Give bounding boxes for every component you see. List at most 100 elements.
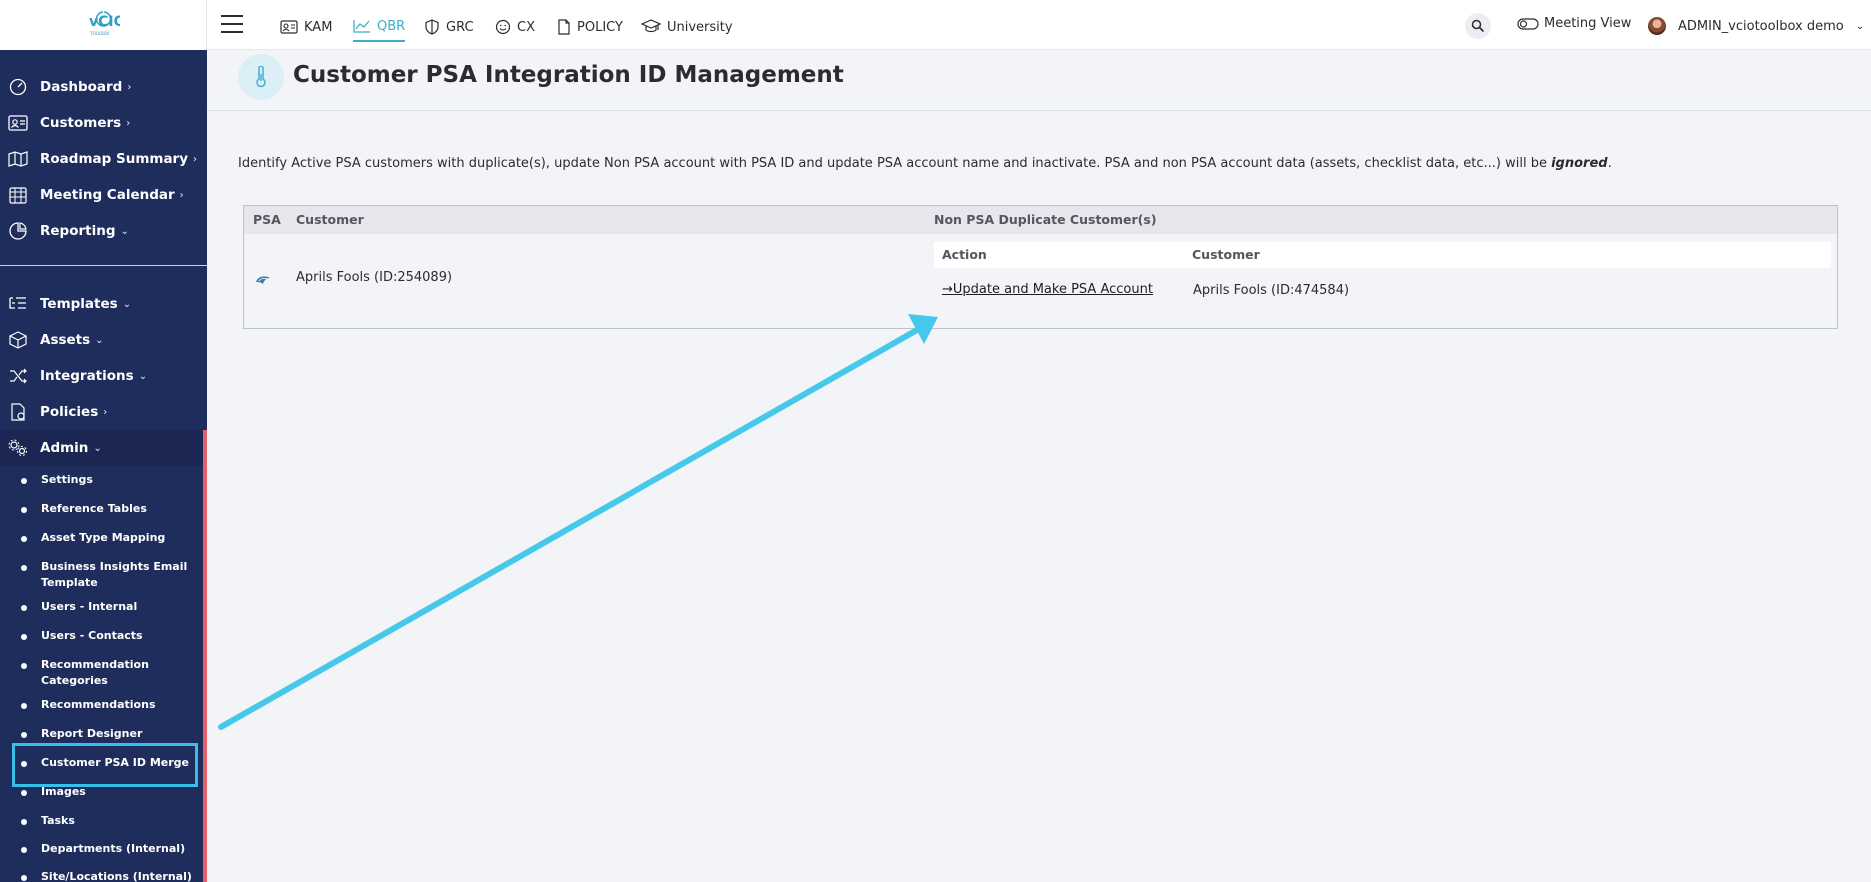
sidebar-item-label: Reporting <box>40 223 116 239</box>
sidebar-item-label: Integrations <box>40 368 134 384</box>
search-button[interactable] <box>1465 13 1491 39</box>
sidebar-item-meeting-calendar[interactable]: Meeting Calendar › <box>0 177 207 213</box>
bullet-icon <box>21 703 27 709</box>
policies-icon <box>7 401 29 423</box>
sidebar-subitem-departments-internal[interactable]: Departments (Internal) <box>18 841 196 857</box>
tab-grc[interactable]: GRC <box>424 12 474 42</box>
chevron-down-icon: ⌄ <box>95 334 104 346</box>
tab-kam[interactable]: KAM <box>280 12 332 42</box>
meeting-view-toggle[interactable]: Meeting View <box>1517 16 1631 31</box>
sidebar-item-policies[interactable]: Policies › <box>0 394 207 430</box>
sidebar-item-label: Meeting Calendar <box>40 187 175 203</box>
sidebar-divider <box>0 265 207 266</box>
arrow-right-icon: → <box>942 282 953 297</box>
calendar-icon <box>7 184 29 206</box>
action-link-label: Update and Make PSA Account <box>952 282 1153 297</box>
sidebar-subitem-tasks[interactable]: Tasks <box>18 813 196 829</box>
bullet-icon <box>21 478 27 484</box>
bullet-icon <box>21 605 27 611</box>
chevron-down-icon: ⌄ <box>138 370 148 382</box>
sidebar-subitem-users-internal[interactable]: Users - Internal <box>18 599 196 615</box>
sidebar-item-label: Dashboard <box>40 79 123 95</box>
bullet-icon <box>21 847 27 853</box>
user-menu[interactable]: ADMIN_vciotoolbox demo ⌄ <box>1648 17 1864 35</box>
hamburger-menu-icon[interactable] <box>221 15 243 33</box>
assets-icon <box>7 329 29 351</box>
admin-gear-icon <box>7 437 29 459</box>
id-card-icon <box>280 20 298 34</box>
user-name: ADMIN_vciotoolbox demo <box>1678 18 1844 34</box>
column-header-customer: Customer <box>296 212 364 227</box>
description-emphasis: ignored <box>1551 156 1608 171</box>
description-text: Identify Active PSA customers with dupli… <box>238 156 1552 171</box>
page-title: Customer PSA Integration ID Management <box>293 62 844 88</box>
sidebar-item-admin[interactable]: Admin ⌄ <box>0 430 207 466</box>
bullet-icon <box>21 875 27 881</box>
sidebar-item-roadmap-summary[interactable]: Roadmap Summary › <box>0 141 207 177</box>
map-icon <box>7 148 29 170</box>
sidebar-subitem-report-designer[interactable]: Report Designer <box>18 726 196 742</box>
sidebar-item-label: Admin <box>40 440 89 456</box>
sidebar-subitem-users-contacts[interactable]: Users - Contacts <box>18 628 196 644</box>
sidebar-item-customers[interactable]: Customers › <box>0 105 207 141</box>
column-header-action: Action <box>942 247 987 262</box>
toggle-icon <box>1517 17 1539 30</box>
sidebar-item-templates[interactable]: Templates ⌄ <box>0 286 207 322</box>
chevron-down-icon: ⌄ <box>1855 20 1865 32</box>
bullet-icon <box>21 565 27 571</box>
tab-label: QBR <box>377 18 406 34</box>
sidebar-item-dashboard[interactable]: Dashboard › <box>0 69 207 105</box>
sidebar-subitem-site-locations-internal[interactable]: Site/Locations (Internal) <box>18 869 196 882</box>
sidebar-subitem-business-insights-email-template[interactable]: Business Insights Email Template <box>18 559 196 591</box>
tab-cx[interactable]: CX <box>495 12 535 42</box>
sidebar-subitem-recommendation-categories[interactable]: Recommendation Categories <box>18 657 196 689</box>
sidebar-item-label: Roadmap Summary <box>40 151 189 167</box>
bullet-icon <box>21 819 27 825</box>
graduation-cap-icon <box>641 19 661 33</box>
smiley-icon <box>495 19 511 35</box>
sidebar-subitem-recommendations[interactable]: Recommendations <box>18 697 196 713</box>
chart-line-icon <box>353 20 370 33</box>
sidebar-scroll-rail <box>203 430 207 882</box>
sidebar-item-assets[interactable]: Assets ⌄ <box>0 322 207 358</box>
vcio-logo[interactable]: vCIO TOOLBOX <box>86 8 120 38</box>
psa-logo-icon <box>256 276 270 284</box>
sidebar-item-label: Templates <box>40 296 118 312</box>
annotation-arrow <box>218 314 938 730</box>
templates-icon <box>7 293 29 315</box>
sidebar-item-integrations[interactable]: Integrations ⌄ <box>0 358 207 394</box>
tab-label: University <box>667 19 733 35</box>
update-make-psa-account-link[interactable]: →Update and Make PSA Account <box>942 282 1153 297</box>
bullet-icon <box>21 507 27 513</box>
sidebar-item-reporting[interactable]: Reporting ⌄ <box>0 213 207 249</box>
chevron-right-icon: › <box>127 81 132 93</box>
bullet-icon <box>21 732 27 738</box>
svg-text:vCIO: vCIO <box>89 14 120 30</box>
duplicates-header-row: Action Customer <box>934 242 1831 268</box>
bullet-icon <box>21 790 27 796</box>
chevron-down-icon: ⌄ <box>120 225 129 237</box>
customer-name: Aprils Fools (ID:254089) <box>296 270 453 285</box>
column-header-duplicate-customer: Customer <box>1192 247 1260 262</box>
column-header-psa: PSA <box>253 212 281 227</box>
sidebar-subitem-reference-tables[interactable]: Reference Tables <box>18 501 196 517</box>
customers-icon <box>7 112 29 134</box>
chevron-right-icon: › <box>179 189 184 201</box>
chevron-down-icon: ⌄ <box>93 442 102 454</box>
psa-customers-table: PSA Customer Non PSA Duplicate Customer(… <box>243 205 1838 329</box>
sidebar-subitem-asset-type-mapping[interactable]: Asset Type Mapping <box>18 530 196 546</box>
logo-area: vCIO TOOLBOX <box>0 0 207 50</box>
sidebar-subitem-settings[interactable]: Settings <box>18 472 196 488</box>
bullet-icon <box>21 663 27 669</box>
chevron-right-icon: › <box>193 153 198 165</box>
svg-text:TOOLBOX: TOOLBOX <box>89 31 110 36</box>
tab-qbr[interactable]: QBR <box>353 12 406 42</box>
tab-label: GRC <box>446 19 474 35</box>
description-end: . <box>1607 156 1612 171</box>
sidebar-item-label: Assets <box>40 332 91 348</box>
tab-label: POLICY <box>577 19 623 35</box>
tab-university[interactable]: University <box>641 12 733 42</box>
bullet-icon <box>21 634 27 640</box>
tab-policy[interactable]: POLICY <box>557 12 623 42</box>
avatar <box>1648 17 1666 35</box>
